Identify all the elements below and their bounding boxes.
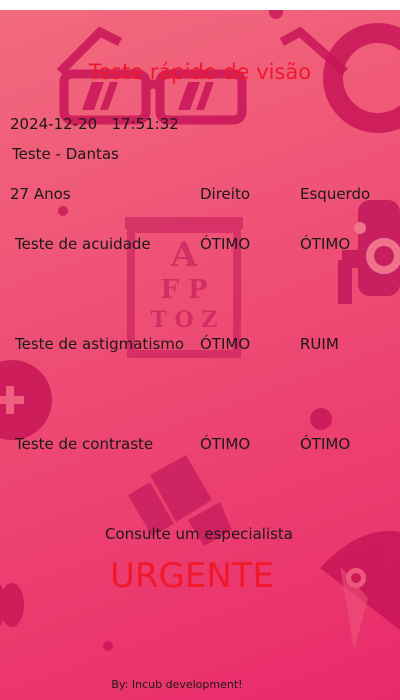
result-row-astigmatism-right: ÓTIMO [200, 335, 251, 353]
page-title: Teste rápido de visão [88, 60, 312, 84]
report-screen: A F P T O Z Teste rápido de visão 2024-1… [0, 10, 400, 700]
dot-icon [310, 408, 332, 430]
result-row-contrast-right: ÓTIMO [200, 435, 251, 453]
test-datetime: 2024-12-20 17:51:32 [10, 115, 179, 133]
dot-icon [103, 641, 113, 651]
left-eye-header: Esquerdo [300, 185, 371, 203]
result-row-contrast-left: ÓTIMO [300, 435, 351, 453]
eye-chart-row-2: F P [160, 275, 208, 305]
result-row-acuity-label: Teste de acuidade [15, 235, 151, 253]
result-row-acuity-left: ÓTIMO [300, 235, 351, 253]
dot-icon [58, 206, 68, 216]
result-row-astigmatism-label: Teste de astigmatismo [15, 335, 185, 353]
recommendation-text: Consulte um especialista [104, 525, 294, 543]
eye-chart-row-3: T O Z [150, 307, 218, 333]
result-row-astigmatism-left: RUIM [300, 335, 339, 353]
dot-icon [269, 10, 283, 19]
age-label: 27 Anos [10, 185, 71, 203]
result-row-contrast-label: Teste de contraste [15, 435, 154, 453]
plus-circle-icon [0, 360, 52, 440]
urgency-label: URGENTE [109, 556, 275, 596]
test-name: Teste - Dantas [12, 145, 119, 163]
background-decorations [0, 10, 400, 651]
right-eye-header: Direito [200, 185, 251, 203]
developer-credit: By: Incub development! [111, 678, 243, 691]
result-row-acuity-right: ÓTIMO [200, 235, 251, 253]
